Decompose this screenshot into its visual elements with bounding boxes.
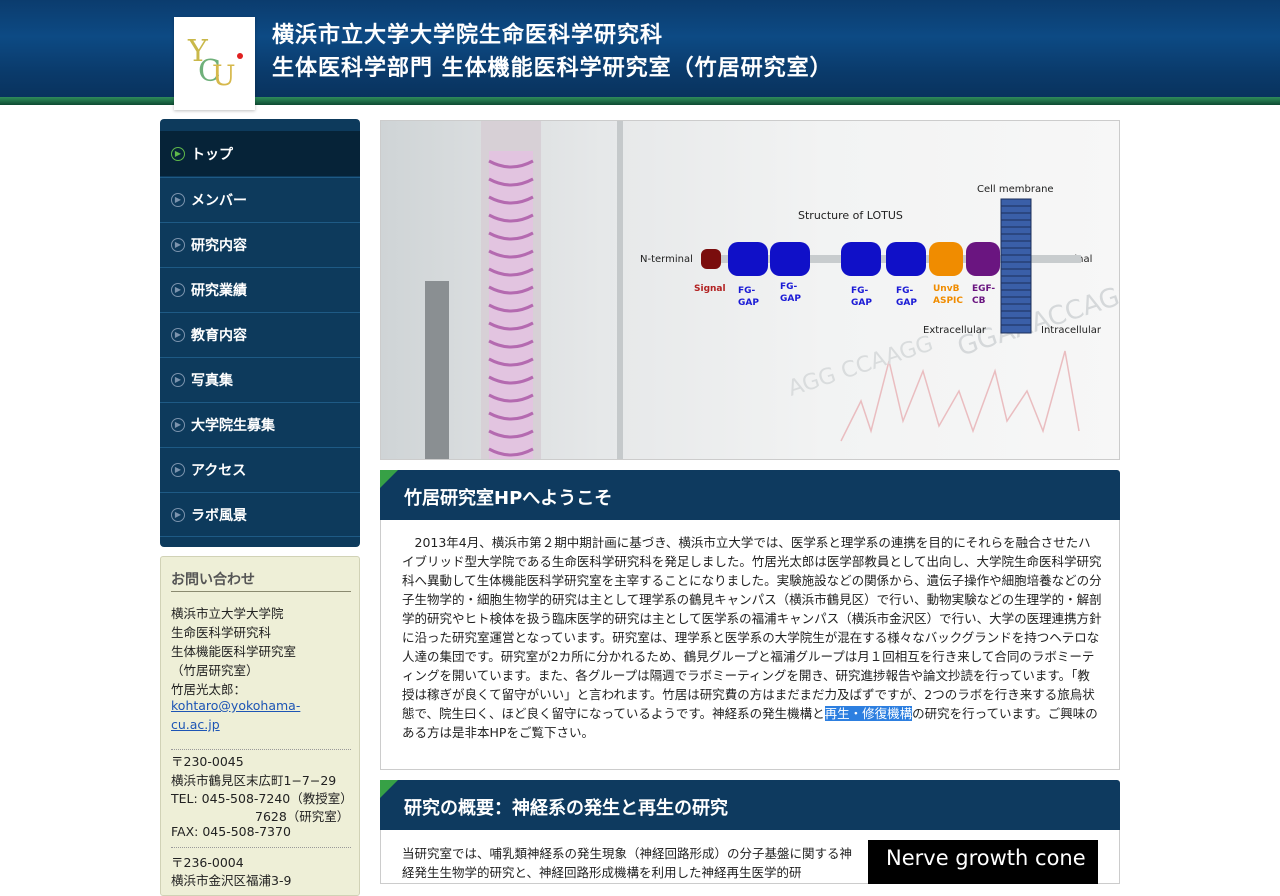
divider <box>171 591 351 592</box>
domain-label-fggap: FG- <box>780 282 798 292</box>
fax-line: FAX: 045-508-7370 <box>171 824 291 839</box>
contact-box: お問い合わせ 横浜市立大学大学院 生命医科学研究科 生体機能医科学研究室 （竹居… <box>160 556 360 896</box>
welcome-text: 2013年4月、横浜市第２期中期計画に基づき、横浜市立大学では、医学系と理学系の… <box>402 533 1102 742</box>
corner-accent <box>380 780 398 798</box>
contact-title: お問い合わせ <box>171 572 255 588</box>
contact-line: 生体機能医科学研究室 <box>171 644 297 659</box>
address-line: 横浜市鶴見区末広町1−7−29 <box>171 773 337 788</box>
selected-text: 再生・修復機構 <box>824 706 913 721</box>
divider <box>171 749 351 750</box>
research-panel-header: 研究の概要：神経系の発生と再生の研究 <box>380 780 1120 830</box>
arrow-circle-icon: ▶ <box>171 418 185 432</box>
ycu-logo-icon: Y C U <box>187 34 243 92</box>
nerve-growth-cone-image[interactable]: Nerve growth cone <box>868 840 1098 884</box>
domain-label-fggap: GAP <box>780 294 801 304</box>
domain-label-aspic: ASPIC <box>933 296 963 306</box>
nav-label: 写真集 <box>191 373 233 389</box>
n-terminal-label: N-terminal <box>640 254 693 265</box>
site-title-line2: 生体医科学部門 生体機能医科学研究室（竹居研究室） <box>272 55 833 81</box>
divider <box>171 847 351 848</box>
welcome-text-part: 2013年4月、横浜市第２期中期計画に基づき、横浜市立大学では、医学系と理学系の… <box>402 535 1102 721</box>
domain-label-fggap: FG- <box>851 286 869 296</box>
domain-label-fggap: GAP <box>738 298 759 308</box>
research-title: 研究の概要：神経系の発生と再生の研究 <box>404 798 728 819</box>
nav-label: ラボ風景 <box>191 507 247 524</box>
postal-code: 〒230-0045 <box>171 754 244 769</box>
domain-label-egf: EGF- <box>972 284 995 294</box>
cell-membrane-label: Cell membrane <box>977 184 1054 195</box>
phone-line: TEL: 045-508-7240（教授室） <box>171 791 353 806</box>
contact-line: 竹居光太郎： <box>171 682 247 697</box>
contact-line: （竹居研究室） <box>171 663 259 678</box>
nav-item-members[interactable]: ▶ メンバー <box>160 177 360 222</box>
corner-accent <box>380 470 398 488</box>
welcome-panel-header: 竹居研究室HPへようこそ <box>380 470 1120 520</box>
nav-item-lab-scenes[interactable]: ▶ ラボ風景 <box>160 492 360 537</box>
university-logo[interactable]: Y C U <box>174 17 255 110</box>
svg-text:U: U <box>212 59 236 92</box>
nav-label: 研究業績 <box>191 283 247 299</box>
arrow-circle-icon: ▶ <box>171 507 185 522</box>
nav-label: トップ <box>191 146 233 163</box>
nav-item-photos[interactable]: ▶ 写真集 <box>160 357 360 402</box>
domain-label-unvb: UnvB <box>933 284 960 294</box>
nav-label: 研究内容 <box>191 238 247 254</box>
domain-label-cb: CB <box>972 296 986 306</box>
arrow-circle-icon: ▶ <box>171 328 185 342</box>
nav-label: アクセス <box>191 463 247 479</box>
arrow-circle-icon: ▶ <box>171 193 185 207</box>
domain-label-fggap: GAP <box>851 298 872 308</box>
site-title-line1: 横浜市立大学大学院生命医科学研究科 <box>272 22 664 48</box>
intracellular-label: Intracellular <box>1041 325 1102 336</box>
welcome-title: 竹居研究室HPへようこそ <box>404 488 613 509</box>
image-caption: Nerve growth cone <box>886 846 1086 870</box>
research-text: 当研究室では、哺乳類神経系の発生現象（神経回路形成）の分子基盤に関する神経発生生… <box>402 846 853 880</box>
nav-item-access[interactable]: ▶ アクセス <box>160 447 360 492</box>
domain-label-fggap: FG- <box>896 286 914 296</box>
phone-line: 7628（研究室） <box>255 809 350 824</box>
hero-image: GGAAACCAGG CAC AGG CCAAGG Structure of L… <box>380 120 1120 460</box>
arrow-circle-icon: ▶ <box>171 238 185 252</box>
nav-item-top[interactable]: ▶ トップ <box>160 131 360 176</box>
arrow-circle-icon: ▶ <box>171 146 185 161</box>
nav-item-education[interactable]: ▶ 教育内容 <box>160 312 360 357</box>
arrow-circle-icon: ▶ <box>171 283 185 297</box>
lotus-structure-illustration: GGAAACCAGG CAC AGG CCAAGG Structure of L… <box>425 121 1119 459</box>
nav-label: メンバー <box>191 193 247 209</box>
domain-label-signal: Signal <box>694 284 726 294</box>
nav-item-publications[interactable]: ▶ 研究業績 <box>160 267 360 312</box>
nav-item-recruitment[interactable]: ▶ 大学院生募集 <box>160 402 360 447</box>
domain-label-fggap: GAP <box>896 298 917 308</box>
email-link[interactable]: kohtaro@yokohama- <box>171 698 300 713</box>
coil-icon <box>488 151 534 459</box>
membrane-icon <box>1000 198 1032 334</box>
contact-line: 横浜市立大学大学院 <box>171 606 284 621</box>
nav-label: 大学院生募集 <box>191 418 275 434</box>
email-link[interactable]: cu.ac.jp <box>171 717 220 732</box>
postal-code: 〒236-0004 <box>171 855 244 870</box>
address-line: 横浜市金沢区福浦3-9 <box>171 873 292 888</box>
domain-label-fggap: FG- <box>738 286 756 296</box>
nav-label: 教育内容 <box>191 328 247 344</box>
nav-item-research[interactable]: ▶ 研究内容 <box>160 222 360 267</box>
arrow-circle-icon: ▶ <box>171 463 185 477</box>
structure-title: Structure of LOTUS <box>798 209 903 222</box>
contact-line: 生命医科学研究科 <box>171 625 272 640</box>
extracellular-label: Extracellular <box>923 325 987 336</box>
svg-text:AGG CCAAGG: AGG CCAAGG <box>785 331 936 401</box>
arrow-circle-icon: ▶ <box>171 373 185 387</box>
sidebar-nav: ▶ トップ ▶ メンバー ▶ 研究内容 ▶ 研究業績 ▶ 教育内容 ▶ 写真集 … <box>160 119 360 547</box>
